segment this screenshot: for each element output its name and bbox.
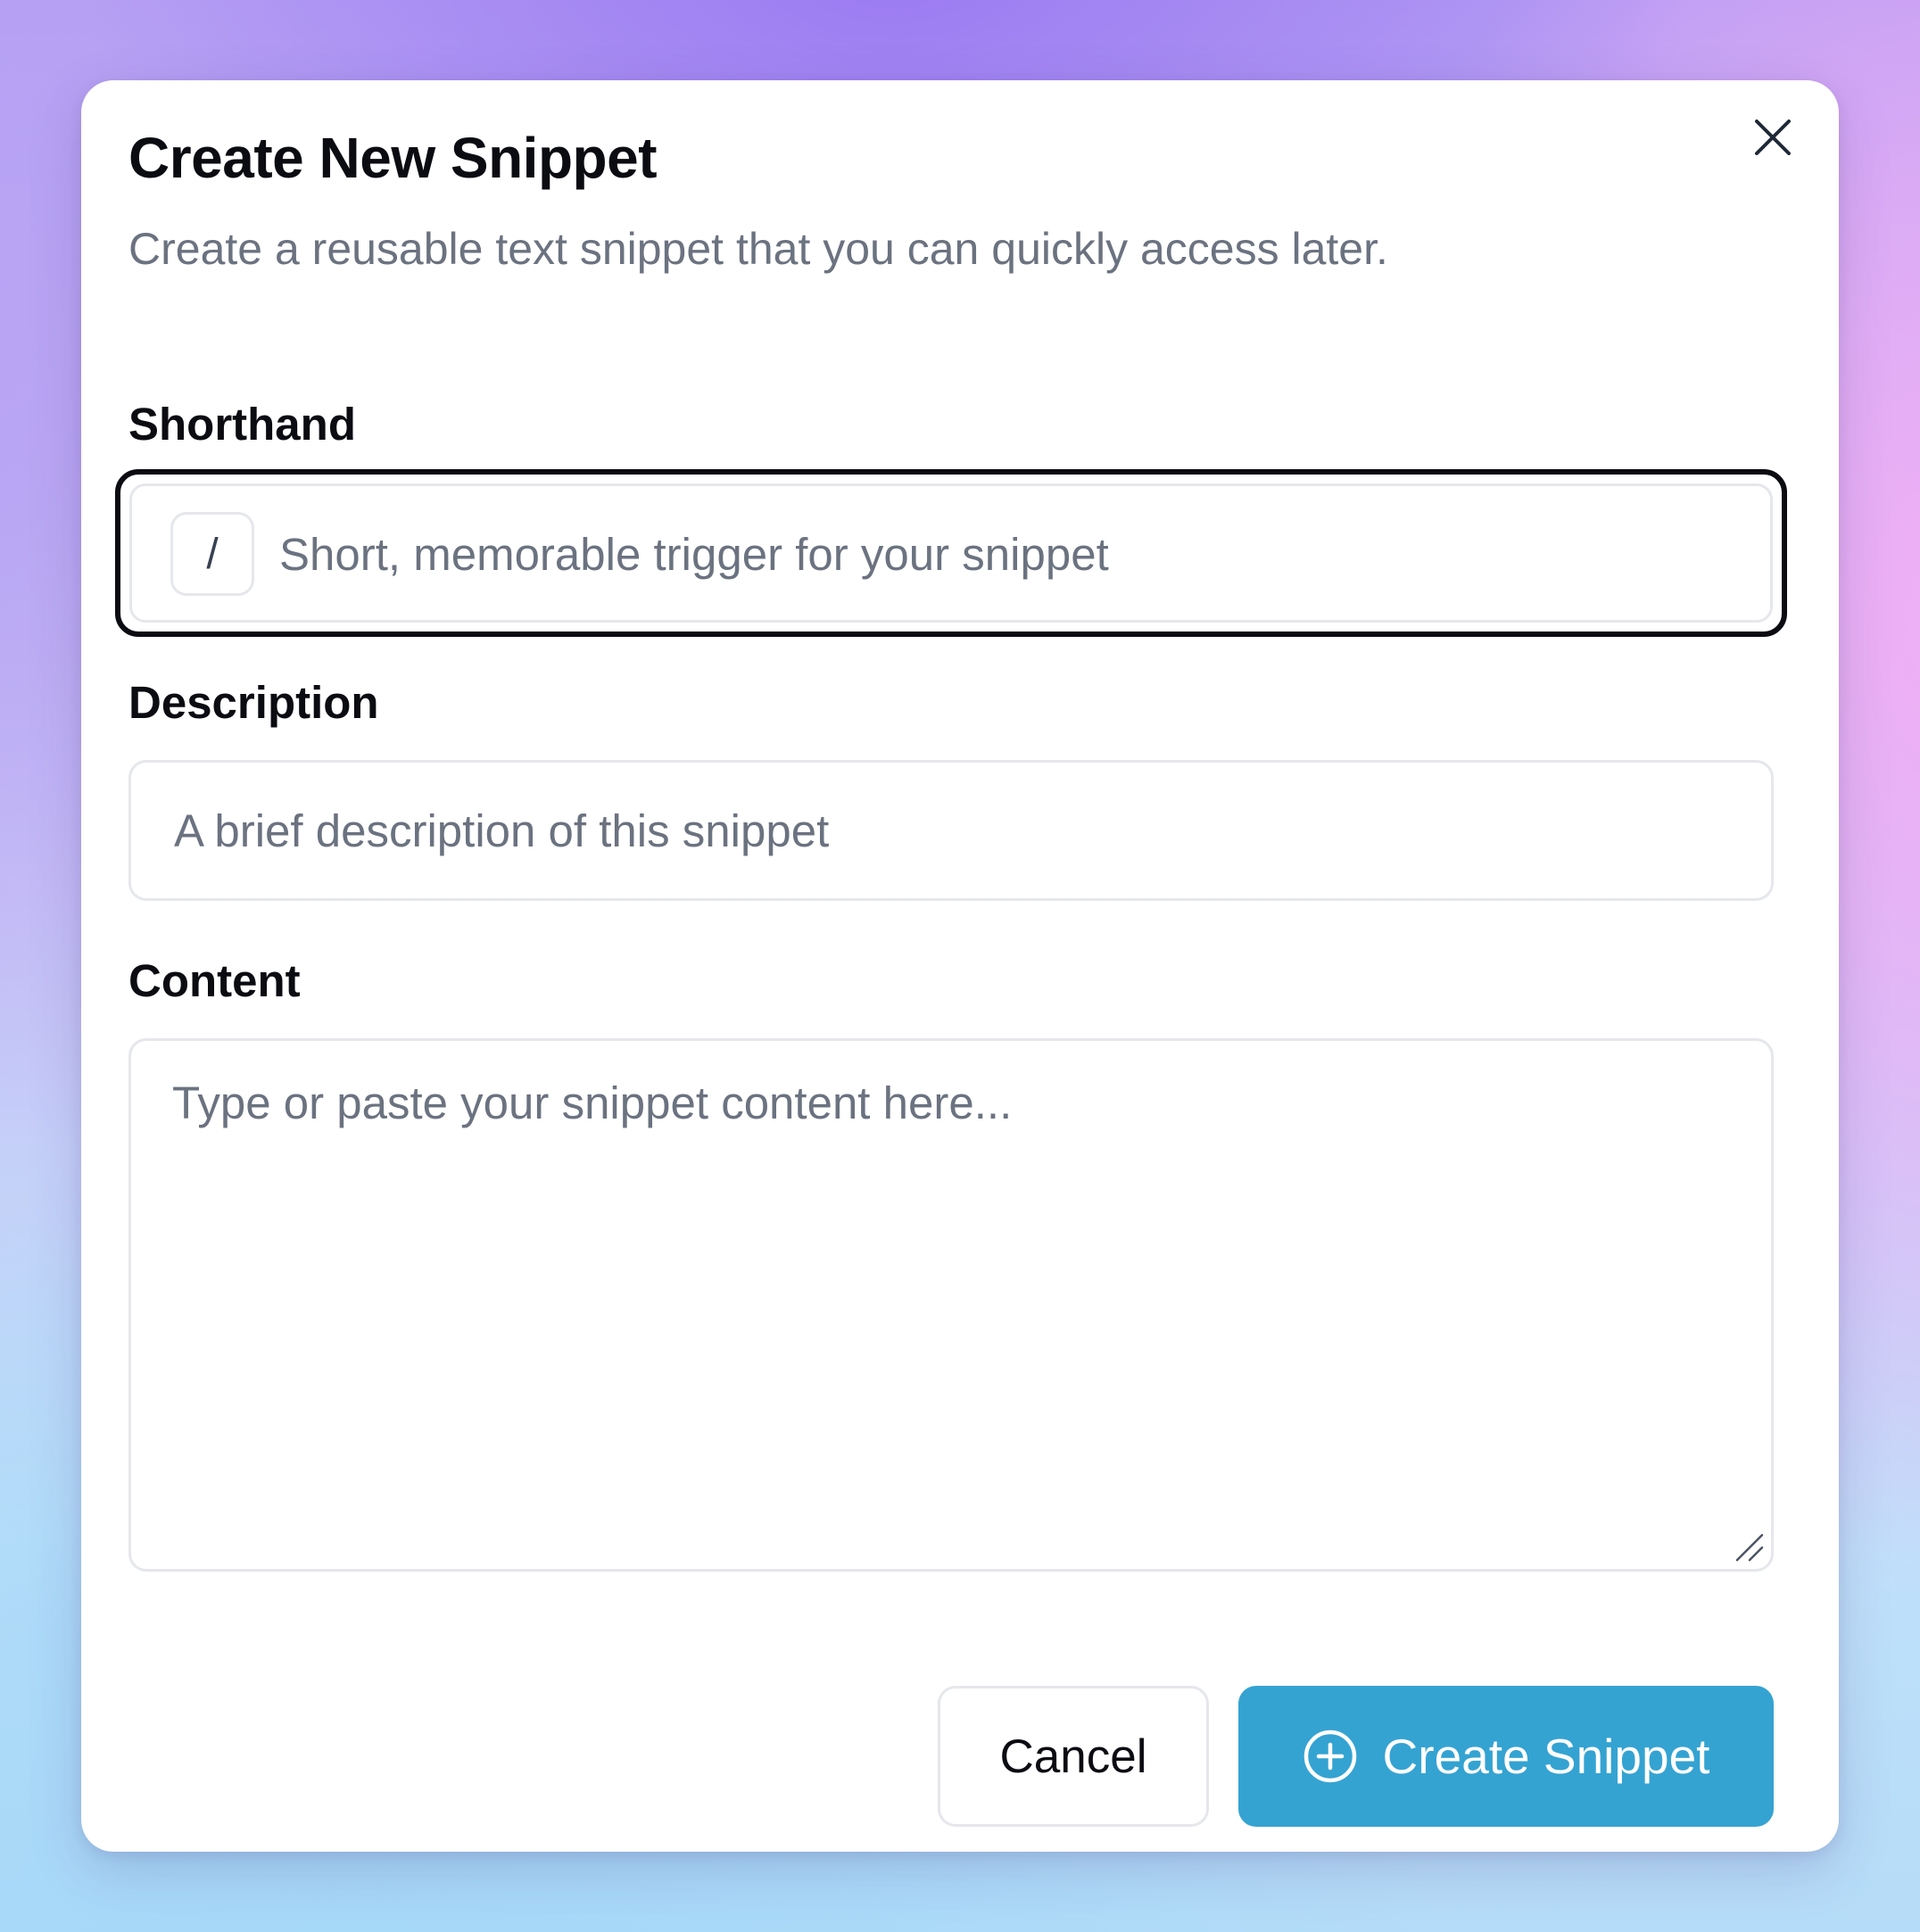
description-field xyxy=(128,760,1774,901)
description-label: Description xyxy=(128,677,379,728)
dialog-subtitle: Create a reusable text snippet that you … xyxy=(128,224,1388,274)
cancel-button[interactable]: Cancel xyxy=(938,1686,1209,1827)
close-icon xyxy=(1755,120,1791,155)
content-label: Content xyxy=(128,955,301,1006)
content-textarea[interactable] xyxy=(131,1041,1771,1569)
close-button[interactable] xyxy=(1744,109,1801,166)
create-snippet-dialog: Create New Snippet Create a reusable tex… xyxy=(81,80,1839,1852)
shorthand-label: Shorthand xyxy=(128,399,356,450)
content-field xyxy=(128,1038,1774,1572)
resize-handle-icon[interactable] xyxy=(1734,1532,1766,1564)
shorthand-input[interactable] xyxy=(270,514,1751,594)
create-snippet-button[interactable]: Create Snippet xyxy=(1238,1686,1774,1827)
create-snippet-label: Create Snippet xyxy=(1382,1729,1710,1784)
description-input[interactable] xyxy=(131,763,1771,898)
plus-circle-icon xyxy=(1303,1729,1358,1784)
dialog-title: Create New Snippet xyxy=(128,126,658,190)
shorthand-prefix-badge: / xyxy=(170,512,254,596)
